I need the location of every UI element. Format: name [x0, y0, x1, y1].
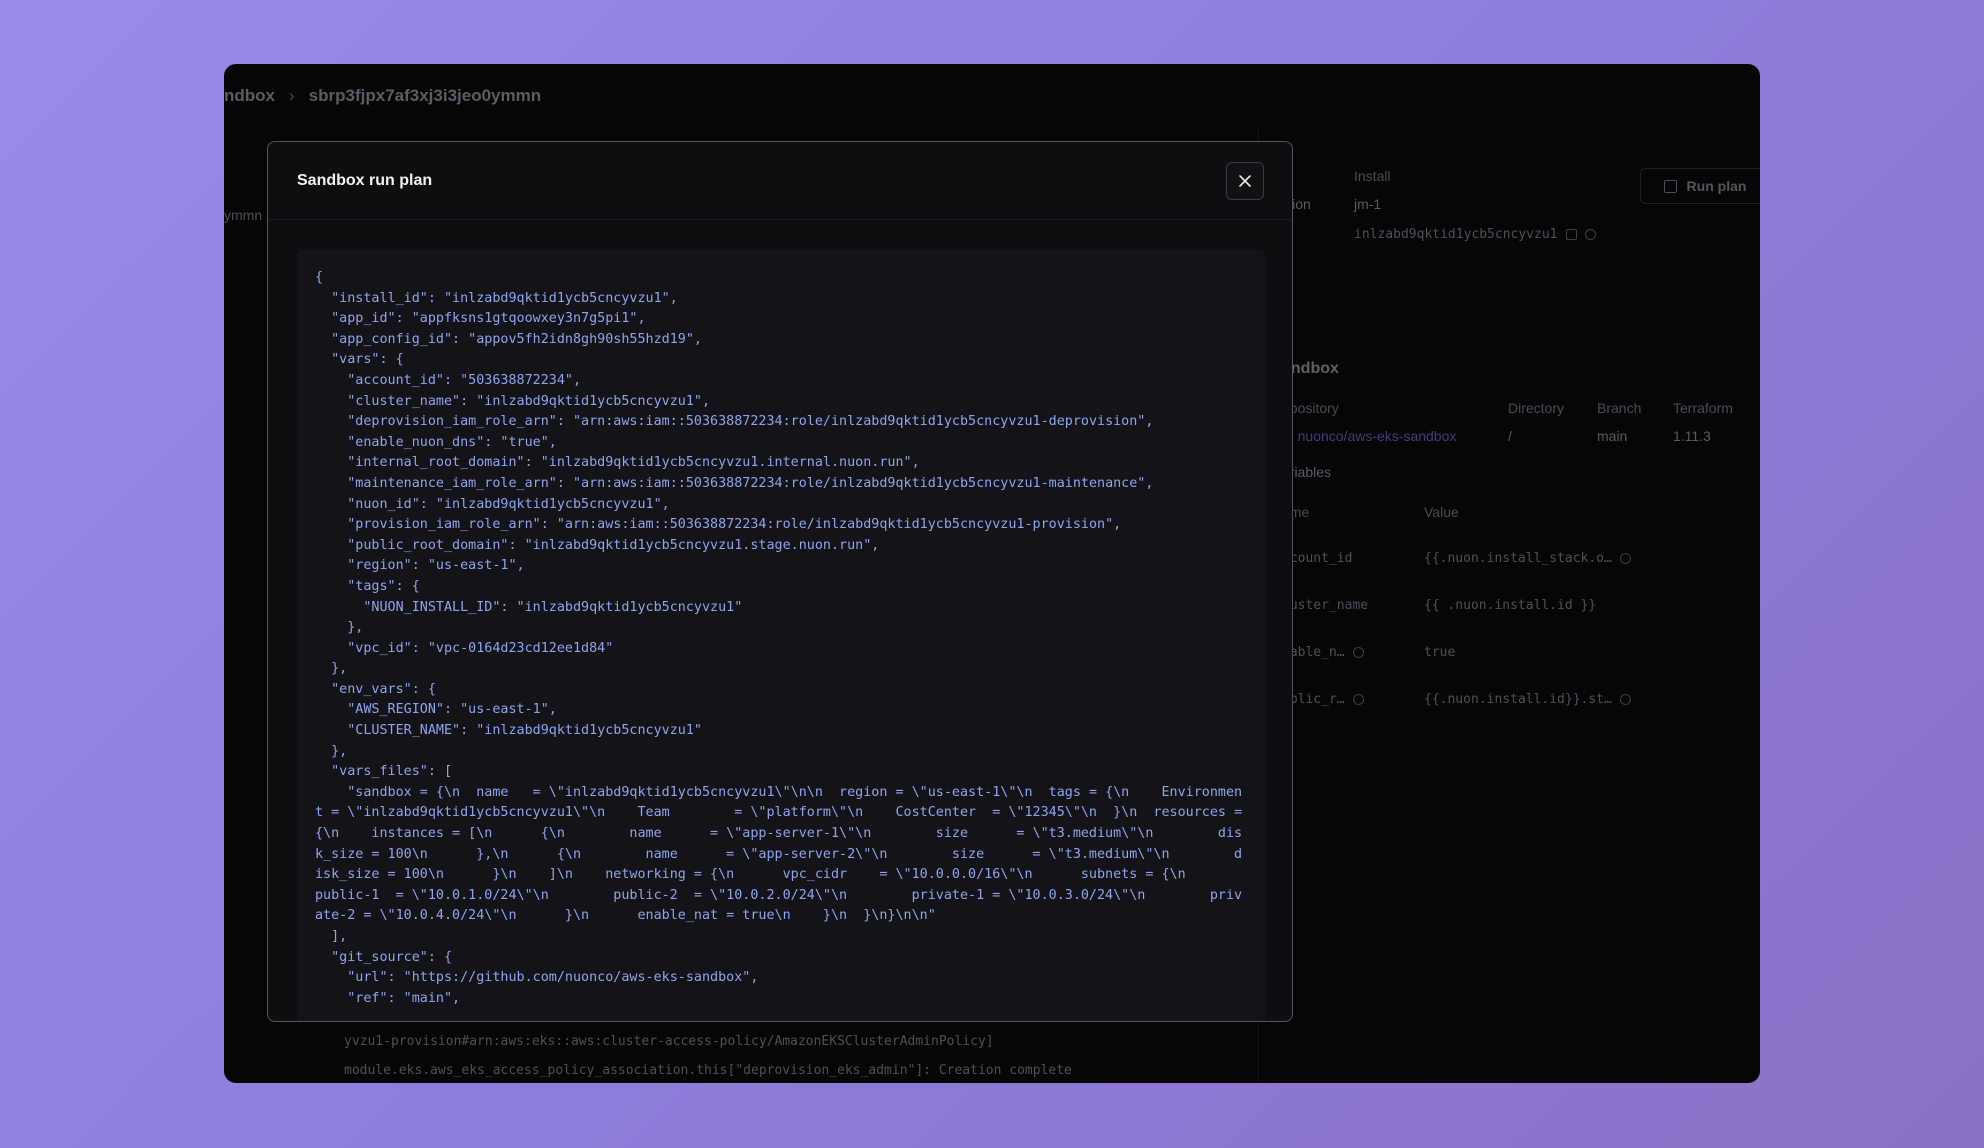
copy-icon[interactable] — [1565, 229, 1577, 240]
info-icon[interactable] — [1619, 553, 1631, 564]
plan-json: { "install_id": "inlzabd9qktid1ycb5cncyv… — [315, 270, 1243, 1006]
col-terraform: Terraform — [1673, 400, 1733, 416]
chevron-right-icon: › — [289, 86, 295, 105]
var-name: luster_name — [1282, 598, 1369, 613]
install-col2-label: Install — [1354, 168, 1391, 184]
run-plan-button[interactable]: Run plan — [1640, 168, 1760, 204]
run-plan-label: Run plan — [1686, 178, 1747, 194]
col-directory: Directory — [1508, 400, 1565, 416]
close-button[interactable] — [1226, 161, 1264, 200]
terraform-value: 1.11.3 — [1673, 428, 1711, 444]
log-line: module.eks.aws_eks_access_policy_associa… — [344, 1063, 1072, 1078]
info-icon[interactable] — [1619, 694, 1631, 705]
modal-header: Sandbox run plan — [268, 142, 1292, 220]
col-branch: Branch — [1597, 400, 1642, 416]
modal-title: Sandbox run plan — [297, 171, 433, 189]
var-name: ublic_r… — [1282, 692, 1364, 707]
var-value: {{ .nuon.install.id }} — [1424, 598, 1597, 613]
var-value: {{.nuon.install.id}}.st… — [1424, 692, 1631, 707]
breadcrumb: ndbox › sbrp3fjpx7af3xj3i3jeo0ymmn — [224, 64, 1760, 128]
info-icon[interactable] — [1352, 647, 1364, 658]
directory-value: / — [1508, 428, 1512, 444]
plan-code-block[interactable]: { "install_id": "inlzabd9qktid1ycb5cncyv… — [297, 250, 1265, 1021]
document-icon — [1663, 179, 1677, 193]
var-col-value: Value — [1424, 504, 1459, 520]
var-value-text: {{.nuon.install.id}}.st… — [1424, 692, 1612, 707]
info-icon[interactable] — [1352, 694, 1364, 705]
var-value: true — [1424, 645, 1456, 660]
info-icon[interactable] — [1584, 229, 1596, 240]
install-id-value: inlzabd9qktid1ycb5cncyvzu1 — [1354, 227, 1596, 242]
x-icon — [1239, 174, 1251, 187]
repo-link[interactable]: ⊳ nuonco/aws-eks-sandbox — [1282, 428, 1456, 445]
log-line: yvzu1-provision#arn:aws:eks::aws:cluster… — [344, 1034, 994, 1049]
var-name: nable_n… — [1282, 645, 1364, 660]
install-row1-value: jm-1 — [1354, 196, 1382, 212]
var-value-text: {{.nuon.install_stack.o… — [1424, 551, 1612, 566]
breadcrumb-parent[interactable]: ndbox — [224, 86, 275, 106]
breadcrumb-current: sbrp3fjpx7af3xj3i3jeo0ymmn — [308, 86, 542, 105]
left-id-label: ymmn — [224, 207, 263, 223]
var-value: {{.nuon.install_stack.o… — [1424, 551, 1631, 566]
install-id-text: inlzabd9qktid1ycb5cncyvzu1 — [1354, 227, 1558, 242]
branch-value: main — [1597, 428, 1628, 444]
sandbox-run-plan-modal: Sandbox run plan { "install_id": "inlzab… — [267, 141, 1293, 1022]
